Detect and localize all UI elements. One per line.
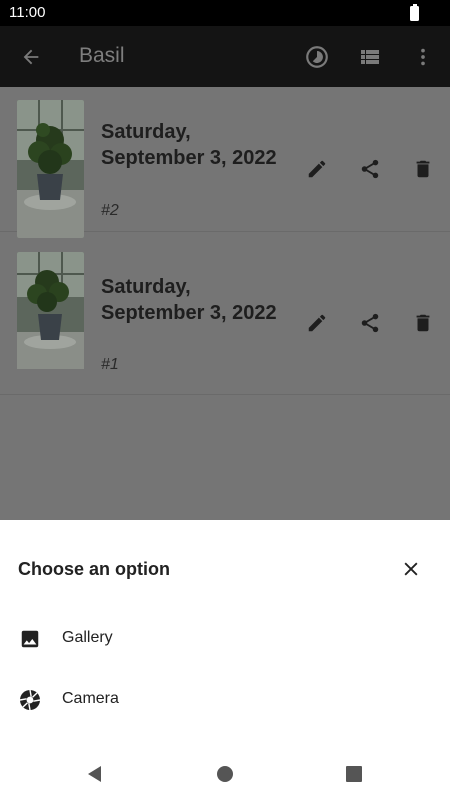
system-nav-bar: [0, 748, 450, 800]
close-icon: [404, 562, 418, 576]
more-vert-icon: [421, 48, 425, 66]
recents-square-icon: [346, 766, 362, 782]
share-button[interactable]: [357, 310, 383, 336]
camera-option[interactable]: Camera: [0, 673, 450, 727]
entry-list: Saturday, September 3, 2022 #2 Saturday,…: [0, 87, 450, 520]
back-triangle-icon: [88, 766, 101, 782]
entry-number: #1: [101, 356, 119, 373]
trash-icon: [416, 314, 430, 332]
sheet-title: Choose an option: [18, 559, 170, 579]
delete-button[interactable]: [410, 156, 436, 182]
status-bar: 11:00: [0, 0, 450, 26]
battery-icon: [410, 4, 419, 21]
entry-number: #2: [101, 202, 119, 219]
entry-date: Saturday, September 3, 2022: [101, 121, 277, 169]
plant-thumbnail[interactable]: [17, 100, 84, 238]
overflow-menu-button[interactable]: [408, 42, 438, 72]
view-list-icon: [361, 50, 379, 64]
gallery-option[interactable]: Gallery: [0, 612, 450, 666]
status-time: 11:00: [9, 4, 46, 21]
close-button[interactable]: [398, 556, 424, 582]
plant-thumbnail[interactable]: [17, 252, 84, 390]
entry-date: Saturday, September 3, 2022: [101, 276, 277, 324]
share-icon: [361, 159, 379, 179]
gallery-label: Gallery: [62, 629, 113, 646]
nav-recents-button[interactable]: [342, 762, 366, 786]
list-item[interactable]: Saturday, September 3, 2022 #2: [0, 87, 450, 238]
app-bar: Basil: [0, 26, 450, 87]
camera-label: Camera: [62, 690, 119, 707]
pencil-icon: [308, 314, 326, 332]
share-button[interactable]: [357, 156, 383, 182]
back-button[interactable]: [16, 42, 46, 72]
image-icon: [18, 627, 42, 651]
list-item[interactable]: Saturday, September 3, 2022 #1: [0, 250, 450, 395]
pencil-icon: [308, 160, 326, 178]
page-title: Basil: [79, 44, 125, 67]
arrow-back-icon: [23, 49, 39, 65]
camera-shutter-icon: [18, 688, 42, 712]
timelapse-icon: [306, 46, 328, 68]
trash-icon: [416, 160, 430, 178]
timelapse-button[interactable]: [302, 42, 332, 72]
delete-button[interactable]: [410, 310, 436, 336]
home-circle-icon: [217, 766, 233, 782]
edit-button[interactable]: [304, 156, 330, 182]
share-icon: [361, 313, 379, 333]
nav-back-button[interactable]: [83, 762, 107, 786]
edit-button[interactable]: [304, 310, 330, 336]
list-view-button[interactable]: [355, 42, 385, 72]
nav-home-button[interactable]: [213, 762, 237, 786]
